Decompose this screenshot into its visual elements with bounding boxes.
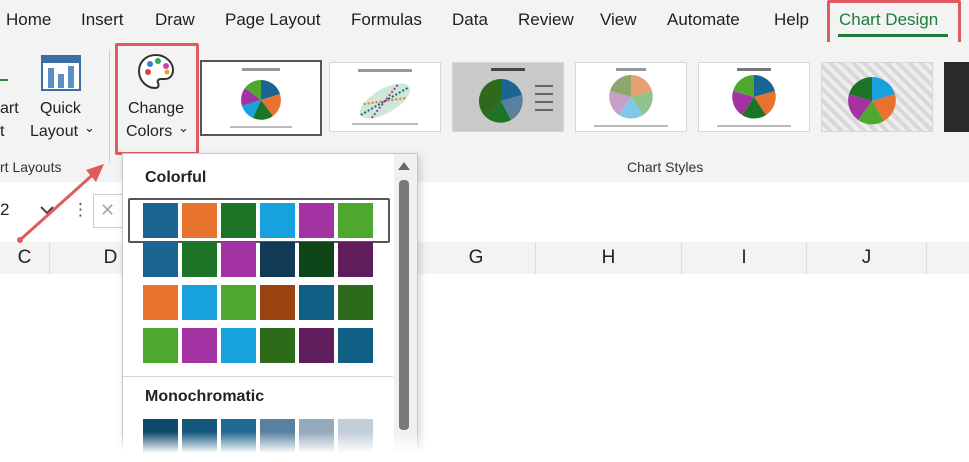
add-chart-element-label-2: t bbox=[0, 123, 5, 140]
color-palette-row[interactable] bbox=[143, 328, 373, 363]
quick-layout-icon bbox=[41, 55, 81, 91]
chart-style-2[interactable] bbox=[329, 62, 441, 132]
color-swatch bbox=[299, 419, 334, 454]
pie-chart-thumbnail bbox=[594, 68, 668, 127]
tab-formulas[interactable]: Formulas bbox=[351, 10, 422, 30]
color-swatch bbox=[143, 203, 178, 238]
color-swatch bbox=[221, 242, 256, 277]
pie-chart-thumbnail bbox=[230, 68, 292, 128]
color-swatch bbox=[143, 419, 178, 454]
quick-layout-button[interactable]: Quick Layout ⌄ bbox=[28, 48, 98, 148]
chevron-down-icon: ⌄ bbox=[84, 120, 95, 135]
column-header-h[interactable]: H bbox=[536, 242, 682, 274]
chart-style-4[interactable] bbox=[575, 62, 687, 132]
color-palette-row[interactable] bbox=[143, 419, 373, 454]
chart-style-6[interactable] bbox=[821, 62, 933, 132]
add-chart-element-label-1: art bbox=[0, 100, 19, 117]
chart-style-5[interactable] bbox=[698, 62, 810, 132]
color-swatch bbox=[260, 242, 295, 277]
scrollbar-thumb[interactable] bbox=[399, 180, 409, 430]
column-header-j[interactable]: J bbox=[807, 242, 927, 274]
pie-chart-thumbnail bbox=[848, 76, 896, 125]
tab-view[interactable]: View bbox=[600, 10, 637, 30]
color-swatch bbox=[260, 328, 295, 363]
tab-page-layout[interactable]: Page Layout bbox=[225, 10, 320, 30]
color-swatch bbox=[299, 242, 334, 277]
pie-chart-thumbnail bbox=[352, 69, 418, 125]
color-swatch bbox=[182, 285, 217, 320]
color-swatch bbox=[182, 203, 217, 238]
change-colors-dropdown: Colorful Monochromatic bbox=[122, 153, 418, 462]
color-swatch bbox=[299, 203, 334, 238]
color-swatch bbox=[260, 285, 295, 320]
color-swatch bbox=[182, 242, 217, 277]
color-swatch bbox=[338, 203, 373, 238]
chart-styles-group-label: Chart Styles bbox=[627, 159, 704, 175]
column-header-next[interactable] bbox=[927, 242, 969, 274]
color-swatch bbox=[260, 203, 295, 238]
tab-data[interactable]: Data bbox=[452, 10, 488, 30]
color-swatch bbox=[182, 328, 217, 363]
ribbon-tab-bar: Home Insert Draw Page Layout Formulas Da… bbox=[0, 0, 969, 42]
quick-layout-label-2: Layout bbox=[30, 123, 79, 140]
color-swatch bbox=[143, 285, 178, 320]
color-swatch bbox=[143, 328, 178, 363]
tab-automate[interactable]: Automate bbox=[667, 10, 740, 30]
color-palette-row[interactable] bbox=[143, 242, 373, 277]
tab-help[interactable]: Help bbox=[774, 10, 809, 30]
color-swatch bbox=[221, 328, 256, 363]
tab-insert[interactable]: Insert bbox=[81, 10, 124, 30]
add-chart-element-icon[interactable] bbox=[0, 70, 10, 90]
color-swatch bbox=[299, 285, 334, 320]
color-swatch bbox=[338, 285, 373, 320]
color-swatch bbox=[338, 328, 373, 363]
quick-layout-label-1: Quick bbox=[40, 100, 81, 117]
dropdown-divider bbox=[123, 376, 393, 377]
colorful-heading: Colorful bbox=[145, 169, 207, 186]
pie-chart-thumbnail bbox=[717, 68, 791, 127]
color-swatch bbox=[182, 419, 217, 454]
change-colors-highlight bbox=[115, 43, 199, 155]
chart-style-1[interactable] bbox=[200, 60, 322, 136]
annotation-arrow-icon bbox=[17, 164, 104, 243]
color-swatch bbox=[338, 242, 373, 277]
color-swatch bbox=[260, 419, 295, 454]
pie-chart-thumbnail bbox=[453, 63, 563, 131]
scroll-up-icon[interactable] bbox=[398, 162, 410, 170]
tab-home[interactable]: Home bbox=[6, 10, 51, 30]
color-palette-row[interactable] bbox=[128, 198, 390, 243]
monochromatic-heading: Monochromatic bbox=[145, 388, 265, 405]
tab-review[interactable]: Review bbox=[518, 10, 574, 30]
color-swatch bbox=[299, 328, 334, 363]
color-palette-row[interactable] bbox=[143, 285, 373, 320]
color-swatch bbox=[221, 419, 256, 454]
color-swatch bbox=[221, 285, 256, 320]
ribbon-divider bbox=[109, 50, 110, 162]
color-swatch bbox=[221, 203, 256, 238]
chart-design-highlight bbox=[827, 0, 961, 46]
column-header-g[interactable]: G bbox=[417, 242, 536, 274]
color-swatch bbox=[143, 242, 178, 277]
color-swatch bbox=[338, 419, 373, 454]
column-header-i[interactable]: I bbox=[682, 242, 807, 274]
chart-style-3[interactable] bbox=[452, 62, 564, 132]
chart-style-7[interactable] bbox=[944, 62, 969, 132]
tab-draw[interactable]: Draw bbox=[155, 10, 195, 30]
